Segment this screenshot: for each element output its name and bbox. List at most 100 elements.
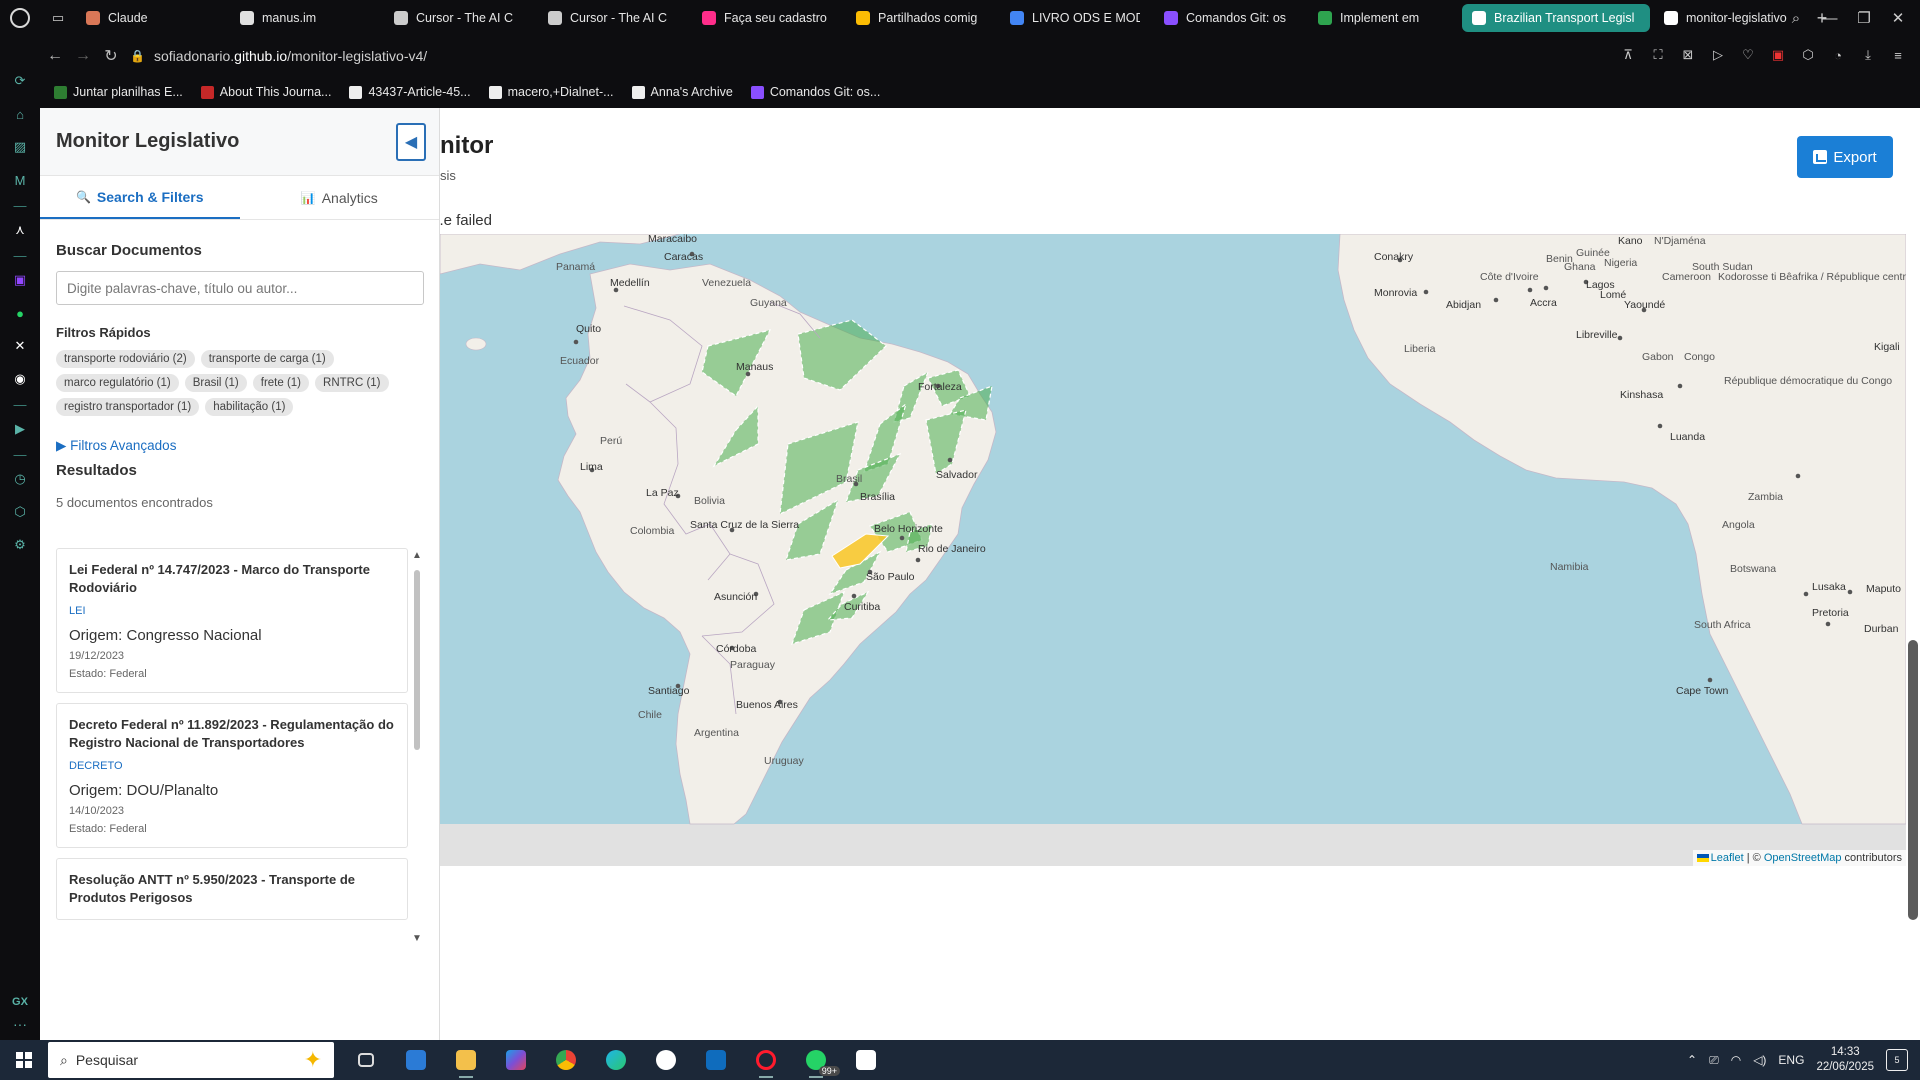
browser-tab[interactable]: Faça seu cadastro	[692, 4, 842, 32]
chevron-up-icon[interactable]: ⌃	[1687, 1053, 1697, 1067]
menu-icon[interactable]: ≡	[1886, 42, 1910, 68]
page-scroll-thumb[interactable]	[1908, 640, 1918, 920]
bookmark-item[interactable]: 43437-Article-45...	[349, 85, 471, 99]
quick-filter-chip[interactable]: habilitação (1)	[205, 398, 294, 416]
task-view-icon[interactable]	[348, 1042, 384, 1078]
gx-icon[interactable]: GX	[12, 996, 28, 1008]
tab-analytics[interactable]: 📊 Analytics	[240, 176, 440, 219]
bookmark-item[interactable]: Anna's Archive	[631, 85, 733, 99]
snapshot-icon[interactable]: ⛶	[1646, 42, 1670, 68]
export-button[interactable]: Export	[1797, 136, 1893, 178]
opera-taskbar-icon[interactable]	[748, 1042, 784, 1078]
results-scroll-thumb[interactable]	[414, 570, 420, 750]
heart-icon[interactable]: ♡	[1736, 42, 1760, 68]
tab-menu-icon[interactable]: ▭	[40, 0, 76, 36]
extension-red-icon[interactable]: ▣	[1766, 42, 1790, 68]
whatsapp-taskbar-icon[interactable]: 99+	[798, 1042, 840, 1078]
scroll-up-icon[interactable]: ▲	[412, 550, 422, 561]
url-field[interactable]: sofiadonario.github.io/monitor-legislati…	[154, 48, 427, 64]
quick-filter-chip[interactable]: RNTRC (1)	[315, 374, 389, 392]
result-card[interactable]: Lei Federal nº 14.747/2023 - Marco do Tr…	[56, 548, 408, 693]
browser-tab[interactable]: Partilhados comig	[846, 4, 996, 32]
quick-filter-chip[interactable]: Brasil (1)	[184, 374, 247, 392]
more-icon[interactable]: ···	[13, 1016, 27, 1032]
opera-logo-icon[interactable]	[0, 0, 40, 36]
settings-icon[interactable]: ⚙	[9, 534, 31, 556]
profile-icon[interactable]: ◔	[1826, 42, 1850, 68]
itunes-icon[interactable]	[648, 1042, 684, 1078]
edge-icon[interactable]	[598, 1042, 634, 1078]
map[interactable]: Venezuela Colombia Ecuador Perú Bolivia Parag…	[440, 234, 1906, 866]
tab-search-filters[interactable]: 🔍 Search & Filters	[40, 176, 240, 219]
browser-tab[interactable]: Cursor - The AI C	[538, 4, 688, 32]
lock-icon[interactable]: 🔒	[130, 49, 152, 63]
whatsapp-icon[interactable]: ●	[9, 302, 31, 324]
scroll-down-icon[interactable]: ▼	[412, 933, 422, 944]
browser-tab[interactable]: Cursor - The AI C	[384, 4, 534, 32]
minimize-button[interactable]: —	[1816, 4, 1844, 32]
download-icon[interactable]: ⤓	[1856, 42, 1880, 68]
bookmark-item[interactable]: Juntar planilhas E...	[54, 85, 183, 99]
quick-filter-chip[interactable]: frete (1)	[252, 374, 310, 392]
clock[interactable]: 14:33 22/06/2025	[1816, 1045, 1874, 1075]
player-icon[interactable]: ▶	[9, 418, 31, 440]
extensions-icon[interactable]: ⬡	[1796, 42, 1820, 68]
discord-icon[interactable]: ◉	[9, 368, 31, 390]
store-icon[interactable]	[398, 1042, 434, 1078]
browser-tab[interactable]: Brazilian Transport Legisl	[1462, 4, 1650, 32]
result-card[interactable]: Decreto Federal nº 11.892/2023 - Regulam…	[56, 703, 408, 848]
results-scrollbar[interactable]: ▲ ▼	[410, 548, 424, 946]
messenger-icon[interactable]: M	[9, 169, 31, 191]
collapse-panel-button[interactable]: ◀	[396, 123, 426, 161]
browser-tab[interactable]: Implement em	[1308, 4, 1458, 32]
browser-tab[interactable]: manus.im	[230, 4, 380, 32]
restore-button[interactable]: ❐	[1850, 4, 1878, 32]
quick-filter-chip[interactable]: transporte rodoviário (2)	[56, 350, 195, 368]
leaflet-link[interactable]: Leaflet	[1711, 852, 1744, 864]
chrome-icon[interactable]	[548, 1042, 584, 1078]
osm-link[interactable]: OpenStreetMap	[1764, 852, 1842, 864]
pin-icon[interactable]: ⊼	[1616, 42, 1640, 68]
advanced-filters-toggle[interactable]: ▶ Filtros Avançados	[56, 438, 423, 454]
bookmark-label: macero,+Dialnet-...	[507, 85, 614, 99]
result-card[interactable]: Resolução ANTT nº 5.950/2023 - Transport…	[56, 858, 408, 920]
browser-tab[interactable]: Claude	[76, 4, 226, 32]
notifications-icon[interactable]: 5	[1886, 1049, 1908, 1071]
bookmark-item[interactable]: Comandos Git: os...	[750, 85, 880, 99]
language-indicator[interactable]: ENG	[1778, 1053, 1804, 1067]
close-window-button[interactable]: ✕	[1884, 4, 1912, 32]
extensions-sidebar-icon[interactable]: ⬡	[9, 501, 31, 523]
ai-icon[interactable]: ⋏	[9, 219, 31, 241]
x-icon[interactable]: ✕	[9, 335, 31, 357]
quick-filter-chip[interactable]: marco regulatório (1)	[56, 374, 179, 392]
outlook-icon[interactable]	[698, 1042, 734, 1078]
twitch-icon[interactable]: ▣	[9, 269, 31, 291]
bookmark-item[interactable]: macero,+Dialnet-...	[488, 85, 614, 99]
block-icon[interactable]: ⊠	[1676, 42, 1700, 68]
browser-tab[interactable]: Comandos Git: os	[1154, 4, 1304, 32]
wifi-icon[interactable]: ◠	[1731, 1053, 1741, 1067]
quick-filter-chip[interactable]: registro transportador (1)	[56, 398, 200, 416]
forward-button[interactable]: →	[70, 43, 96, 69]
browser-tab[interactable]: LIVRO ODS E MOD	[1000, 4, 1150, 32]
aria-icon[interactable]: ⟳	[9, 70, 31, 92]
app-taskbar-icon[interactable]	[848, 1042, 884, 1078]
file-explorer-icon[interactable]	[448, 1042, 484, 1078]
workspace-icon[interactable]: ⌂	[9, 103, 31, 125]
page-scrollbar[interactable]	[1906, 108, 1920, 1040]
bookmark-item[interactable]: About This Journa...	[200, 85, 331, 99]
device-icon[interactable]: ⎚	[1709, 1053, 1719, 1068]
play-icon[interactable]: ▷	[1706, 42, 1730, 68]
tab-search-icon[interactable]: ⌕	[1782, 4, 1810, 32]
reload-button[interactable]: ↻	[98, 43, 124, 69]
quick-filter-chip[interactable]: transporte de carga (1)	[200, 350, 334, 368]
m365-icon[interactable]	[498, 1042, 534, 1078]
volume-icon[interactable]: ◁)	[1753, 1053, 1766, 1067]
taskbar-search[interactable]: ⌕ Pesquisar ✦	[48, 1042, 334, 1078]
history-icon[interactable]: ◷	[9, 468, 31, 490]
document-search-input[interactable]	[56, 271, 424, 305]
back-button[interactable]: ←	[42, 43, 68, 69]
start-button[interactable]	[0, 1040, 48, 1080]
notes-icon[interactable]: ▨	[9, 136, 31, 158]
map-canvas[interactable]: Venezuela Colombia Ecuador Perú Bolivia Parag…	[440, 234, 1906, 866]
